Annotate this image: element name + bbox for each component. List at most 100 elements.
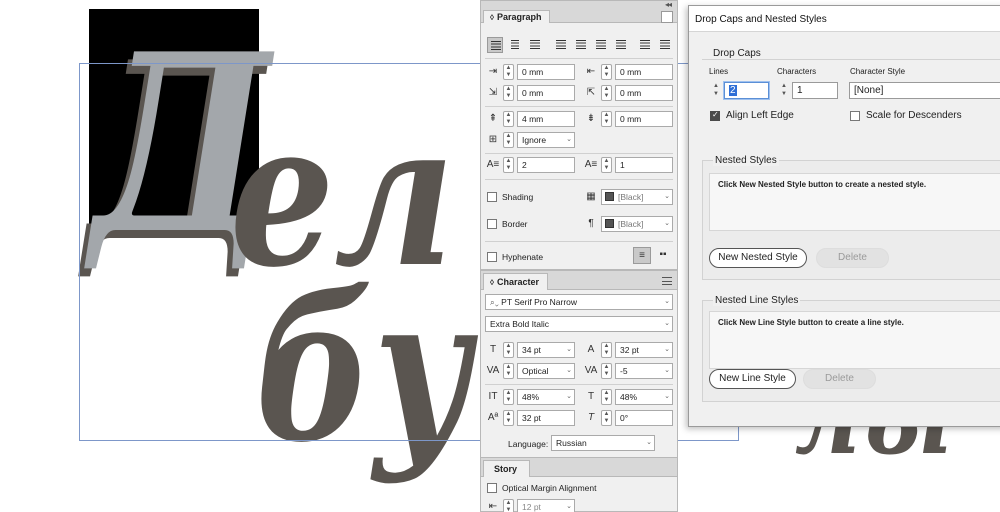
align-to-grid-dropdown[interactable]: Ignore ⌄ xyxy=(517,132,575,148)
align-center-button[interactable] xyxy=(507,37,523,53)
tab-paragraph[interactable]: ◊ Paragraph xyxy=(483,10,551,23)
font-family-dropdown[interactable]: ⌕⌄ PT Serif Pro Narrow ⌄ xyxy=(485,294,673,310)
font-size-spinner[interactable]: ▲ ▼ xyxy=(503,342,514,358)
left-indent-field[interactable]: 0 mm xyxy=(517,64,575,80)
align-towards-spine-button[interactable] xyxy=(637,37,653,53)
char-style-dropdown[interactable]: [None] xyxy=(849,82,1000,99)
space-after-field[interactable]: 0 mm xyxy=(615,111,673,127)
justify-left-button[interactable] xyxy=(553,37,569,53)
search-icon: ⌕⌄ xyxy=(490,297,499,307)
grid-align-icon[interactable]: ≡ xyxy=(633,247,651,264)
characters-field[interactable]: 1 xyxy=(792,82,838,99)
kerning-spinner[interactable]: ▲ ▼ xyxy=(503,363,514,379)
tab-story-label: Story xyxy=(494,464,518,474)
last-line-indent-field[interactable]: 0 mm xyxy=(615,85,673,101)
tab-paragraph-label: Paragraph xyxy=(496,12,542,22)
first-line-indent-spinner[interactable]: ▲ ▼ xyxy=(503,85,514,101)
baseline-shift-spinner[interactable]: ▲ ▼ xyxy=(503,410,514,426)
delete-line-style-button[interactable]: Delete xyxy=(803,369,876,389)
chevron-down-icon: ⌄ xyxy=(664,220,670,227)
shading-color-dropdown[interactable]: [Black] ⌄ xyxy=(601,189,673,205)
nested-styles-message: Click New Nested Style button to create … xyxy=(718,180,927,189)
skew-field[interactable]: 0° xyxy=(615,410,673,426)
kerning-dropdown[interactable]: Optical ⌄ xyxy=(517,363,575,379)
font-style-dropdown[interactable]: Extra Bold Italic ⌄ xyxy=(485,316,673,332)
grid-columns-icon[interactable]: ▪▪ xyxy=(655,247,671,263)
hyphenate-label: Hyphenate xyxy=(502,252,544,262)
baseline-shift-icon: Aª xyxy=(487,412,499,423)
characters-spinner[interactable]: ▲ ▼ xyxy=(779,82,789,99)
optical-margin-spinner[interactable]: ▲ ▼ xyxy=(503,499,514,512)
drop-cap-lines-spinner[interactable]: ▲ ▼ xyxy=(503,157,514,173)
drop-cap-chars-spinner[interactable]: ▲ ▼ xyxy=(601,157,612,173)
last-line-indent-spinner[interactable]: ▲ ▼ xyxy=(601,85,612,101)
align-to-grid-spinner[interactable]: ▲ ▼ xyxy=(503,132,514,148)
vertical-scale-dropdown[interactable]: 48% ⌄ xyxy=(517,389,575,405)
shading-settings-icon[interactable]: ▦ xyxy=(583,189,599,205)
shading-checkbox[interactable] xyxy=(487,192,497,202)
tab-character[interactable]: ◊ Character xyxy=(483,273,548,290)
align-away-spine-button[interactable] xyxy=(657,37,673,53)
align-left-edge-checkbox[interactable] xyxy=(710,110,720,121)
justify-right-button[interactable] xyxy=(593,37,609,53)
baseline-shift-field[interactable]: 32 pt xyxy=(517,410,575,426)
collapse-panels-icon[interactable]: ◂◂ xyxy=(665,0,672,9)
drop-caps-title: Drop Caps xyxy=(713,48,761,59)
new-nested-style-button[interactable]: New Nested Style xyxy=(709,248,807,268)
skew-spinner[interactable]: ▲ ▼ xyxy=(601,410,612,426)
panel-options-icon[interactable] xyxy=(661,11,673,23)
vertical-scale-spinner[interactable]: ▲ ▼ xyxy=(503,389,514,405)
skew-icon: T xyxy=(587,412,595,423)
delete-nested-style-button[interactable]: Delete xyxy=(816,248,889,268)
border-checkbox[interactable] xyxy=(487,219,497,229)
separator xyxy=(485,153,673,154)
tracking-dropdown[interactable]: -5 ⌄ xyxy=(615,363,673,379)
dialog-title: Drop Caps and Nested Styles xyxy=(689,6,1000,32)
scale-descenders-checkbox[interactable] xyxy=(850,111,860,121)
hyphenate-checkbox[interactable] xyxy=(487,252,497,262)
space-after-icon: ⇟ xyxy=(586,113,596,124)
horizontal-scale-value: 48% xyxy=(620,392,638,402)
drop-cap-chars-field[interactable]: 1 xyxy=(615,157,673,173)
justify-all-button[interactable] xyxy=(613,37,629,53)
optical-margin-checkbox[interactable] xyxy=(487,483,497,493)
tab-toggle-icon: ◊ xyxy=(490,278,494,287)
align-right-button[interactable] xyxy=(527,37,543,53)
leading-spinner[interactable]: ▲ ▼ xyxy=(601,342,612,358)
tab-toggle-icon: ◊ xyxy=(490,13,494,22)
space-before-field[interactable]: 4 mm xyxy=(517,111,575,127)
first-line-indent-field[interactable]: 0 mm xyxy=(517,85,575,101)
lines-value: 2 xyxy=(729,85,737,96)
right-indent-field[interactable]: 0 mm xyxy=(615,64,673,80)
new-line-style-button[interactable]: New Line Style xyxy=(709,369,796,389)
right-indent-spinner[interactable]: ▲ ▼ xyxy=(601,64,612,80)
language-dropdown[interactable]: Russian ⌄ xyxy=(551,435,655,451)
lines-spinner[interactable]: ▲ ▼ xyxy=(711,82,721,99)
tracking-icon: VA xyxy=(584,365,598,376)
tracking-spinner[interactable]: ▲ ▼ xyxy=(601,363,612,379)
leading-dropdown[interactable]: 32 pt ⌄ xyxy=(615,342,673,358)
panel-menu-icon[interactable] xyxy=(662,277,672,285)
border-color-dropdown[interactable]: [Black] ⌄ xyxy=(601,216,673,232)
font-size-dropdown[interactable]: 34 pt ⌄ xyxy=(517,342,575,358)
align-left-button[interactable] xyxy=(487,37,503,53)
drop-cap-lines-field[interactable]: 2 xyxy=(517,157,575,173)
horizontal-scale-icon: T xyxy=(587,391,595,402)
optical-margin-size-dropdown[interactable]: 12 pt ⌄ xyxy=(517,499,575,512)
chevron-down-icon: ⌄ xyxy=(664,193,670,200)
first-line-indent-icon: ⇲ xyxy=(488,87,498,98)
space-after-spinner[interactable]: ▲ ▼ xyxy=(601,111,612,127)
lines-field[interactable]: 2 xyxy=(724,82,769,99)
chevron-down-icon: ⌄ xyxy=(646,439,652,446)
story-tabbar: Story xyxy=(481,458,677,477)
chevron-down-icon: ⌄ xyxy=(566,503,572,510)
paragraph-tabbar: ◂◂ ◊ Paragraph xyxy=(481,0,677,23)
tab-story[interactable]: Story xyxy=(483,460,531,477)
horizontal-scale-spinner[interactable]: ▲ ▼ xyxy=(601,389,612,405)
border-settings-icon[interactable]: ¶ xyxy=(583,216,599,232)
left-indent-spinner[interactable]: ▲ ▼ xyxy=(503,64,514,80)
horizontal-scale-dropdown[interactable]: 48% ⌄ xyxy=(615,389,673,405)
space-before-spinner[interactable]: ▲ ▼ xyxy=(503,111,514,127)
justify-center-button[interactable] xyxy=(573,37,589,53)
border-color-value: [Black] xyxy=(618,219,644,229)
